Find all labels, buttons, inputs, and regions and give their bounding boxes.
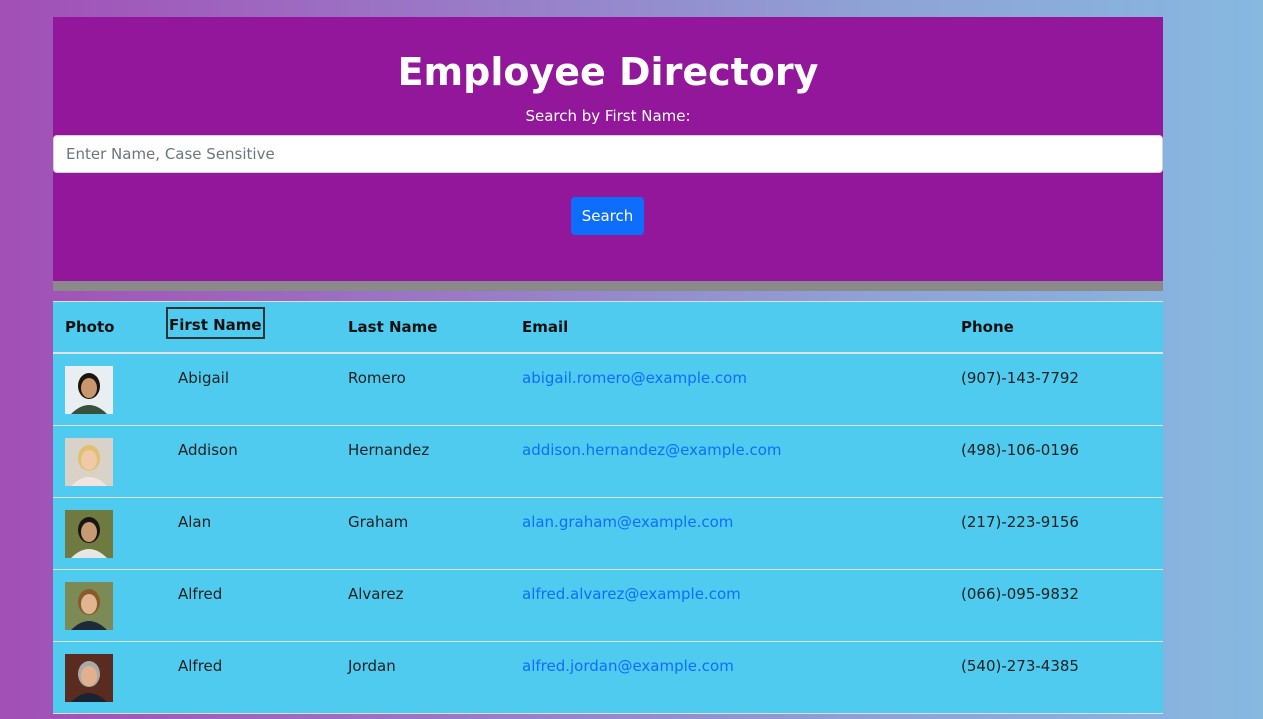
- last-name-cell: Romero: [336, 353, 510, 426]
- column-header-phone: Phone: [949, 301, 1163, 354]
- photo-cell: [53, 353, 166, 426]
- sort-by-first-name-button[interactable]: First Name: [166, 306, 265, 339]
- page-header: Employee Directory Search by First Name:…: [53, 17, 1163, 281]
- photo-cell: [53, 569, 166, 642]
- table-row: Alfred Jordan alfred.jordan@example.com …: [53, 641, 1163, 714]
- column-header-first-name[interactable]: First Name: [166, 301, 336, 354]
- email-cell: addison.hernandez@example.com: [510, 425, 949, 498]
- last-name-cell: Hernandez: [336, 425, 510, 498]
- column-header-last-name: Last Name: [336, 301, 510, 354]
- email-cell: alfred.jordan@example.com: [510, 641, 949, 714]
- phone-cell: (066)-095-9832: [949, 569, 1163, 642]
- first-name-cell: Addison: [166, 425, 336, 498]
- page-title: Employee Directory: [397, 50, 819, 94]
- email-cell: alfred.alvarez@example.com: [510, 569, 949, 642]
- email-link[interactable]: abigail.romero@example.com: [522, 369, 747, 387]
- email-link[interactable]: alfred.jordan@example.com: [522, 657, 734, 675]
- phone-cell: (907)-143-7792: [949, 353, 1163, 426]
- employee-photo: [65, 437, 113, 486]
- last-name-cell: Graham: [336, 497, 510, 570]
- email-cell: alan.graham@example.com: [510, 497, 949, 570]
- photo-cell: [53, 497, 166, 570]
- search-label: Search by First Name:: [525, 107, 691, 125]
- first-name-cell: Alan: [166, 497, 336, 570]
- employee-table: Photo First Name Last Name Email Phone A…: [53, 301, 1163, 714]
- column-header-photo: Photo: [53, 301, 166, 354]
- email-link[interactable]: alan.graham@example.com: [522, 513, 733, 531]
- photo-cell: [53, 425, 166, 498]
- email-link[interactable]: alfred.alvarez@example.com: [522, 585, 741, 603]
- column-header-email: Email: [510, 301, 949, 354]
- first-name-cell: Alfred: [166, 641, 336, 714]
- first-name-cell: Abigail: [166, 353, 336, 426]
- table-row: Addison Hernandez addison.hernandez@exam…: [53, 425, 1163, 498]
- employee-photo: [65, 653, 113, 702]
- table-row: Alfred Alvarez alfred.alvarez@example.co…: [53, 569, 1163, 642]
- table-row: Abigail Romero abigail.romero@example.co…: [53, 353, 1163, 426]
- email-cell: abigail.romero@example.com: [510, 353, 949, 426]
- app-container: Employee Directory Search by First Name:…: [53, 17, 1163, 714]
- email-link[interactable]: addison.hernandez@example.com: [522, 441, 782, 459]
- phone-cell: (540)-273-4385: [949, 641, 1163, 714]
- photo-cell: [53, 641, 166, 714]
- employee-photo: [65, 509, 113, 558]
- first-name-cell: Alfred: [166, 569, 336, 642]
- table-header-row: Photo First Name Last Name Email Phone: [53, 301, 1163, 354]
- employee-table-wrapper: Photo First Name Last Name Email Phone A…: [53, 301, 1163, 714]
- header-divider: [53, 281, 1163, 291]
- last-name-cell: Alvarez: [336, 569, 510, 642]
- phone-cell: (217)-223-9156: [949, 497, 1163, 570]
- employee-photo: [65, 366, 113, 414]
- table-row: Alan Graham alan.graham@example.com (217…: [53, 497, 1163, 570]
- search-input[interactable]: [53, 135, 1163, 173]
- last-name-cell: Jordan: [336, 641, 510, 714]
- search-button[interactable]: Search: [571, 197, 644, 235]
- phone-cell: (498)-106-0196: [949, 425, 1163, 498]
- employee-photo: [65, 581, 113, 630]
